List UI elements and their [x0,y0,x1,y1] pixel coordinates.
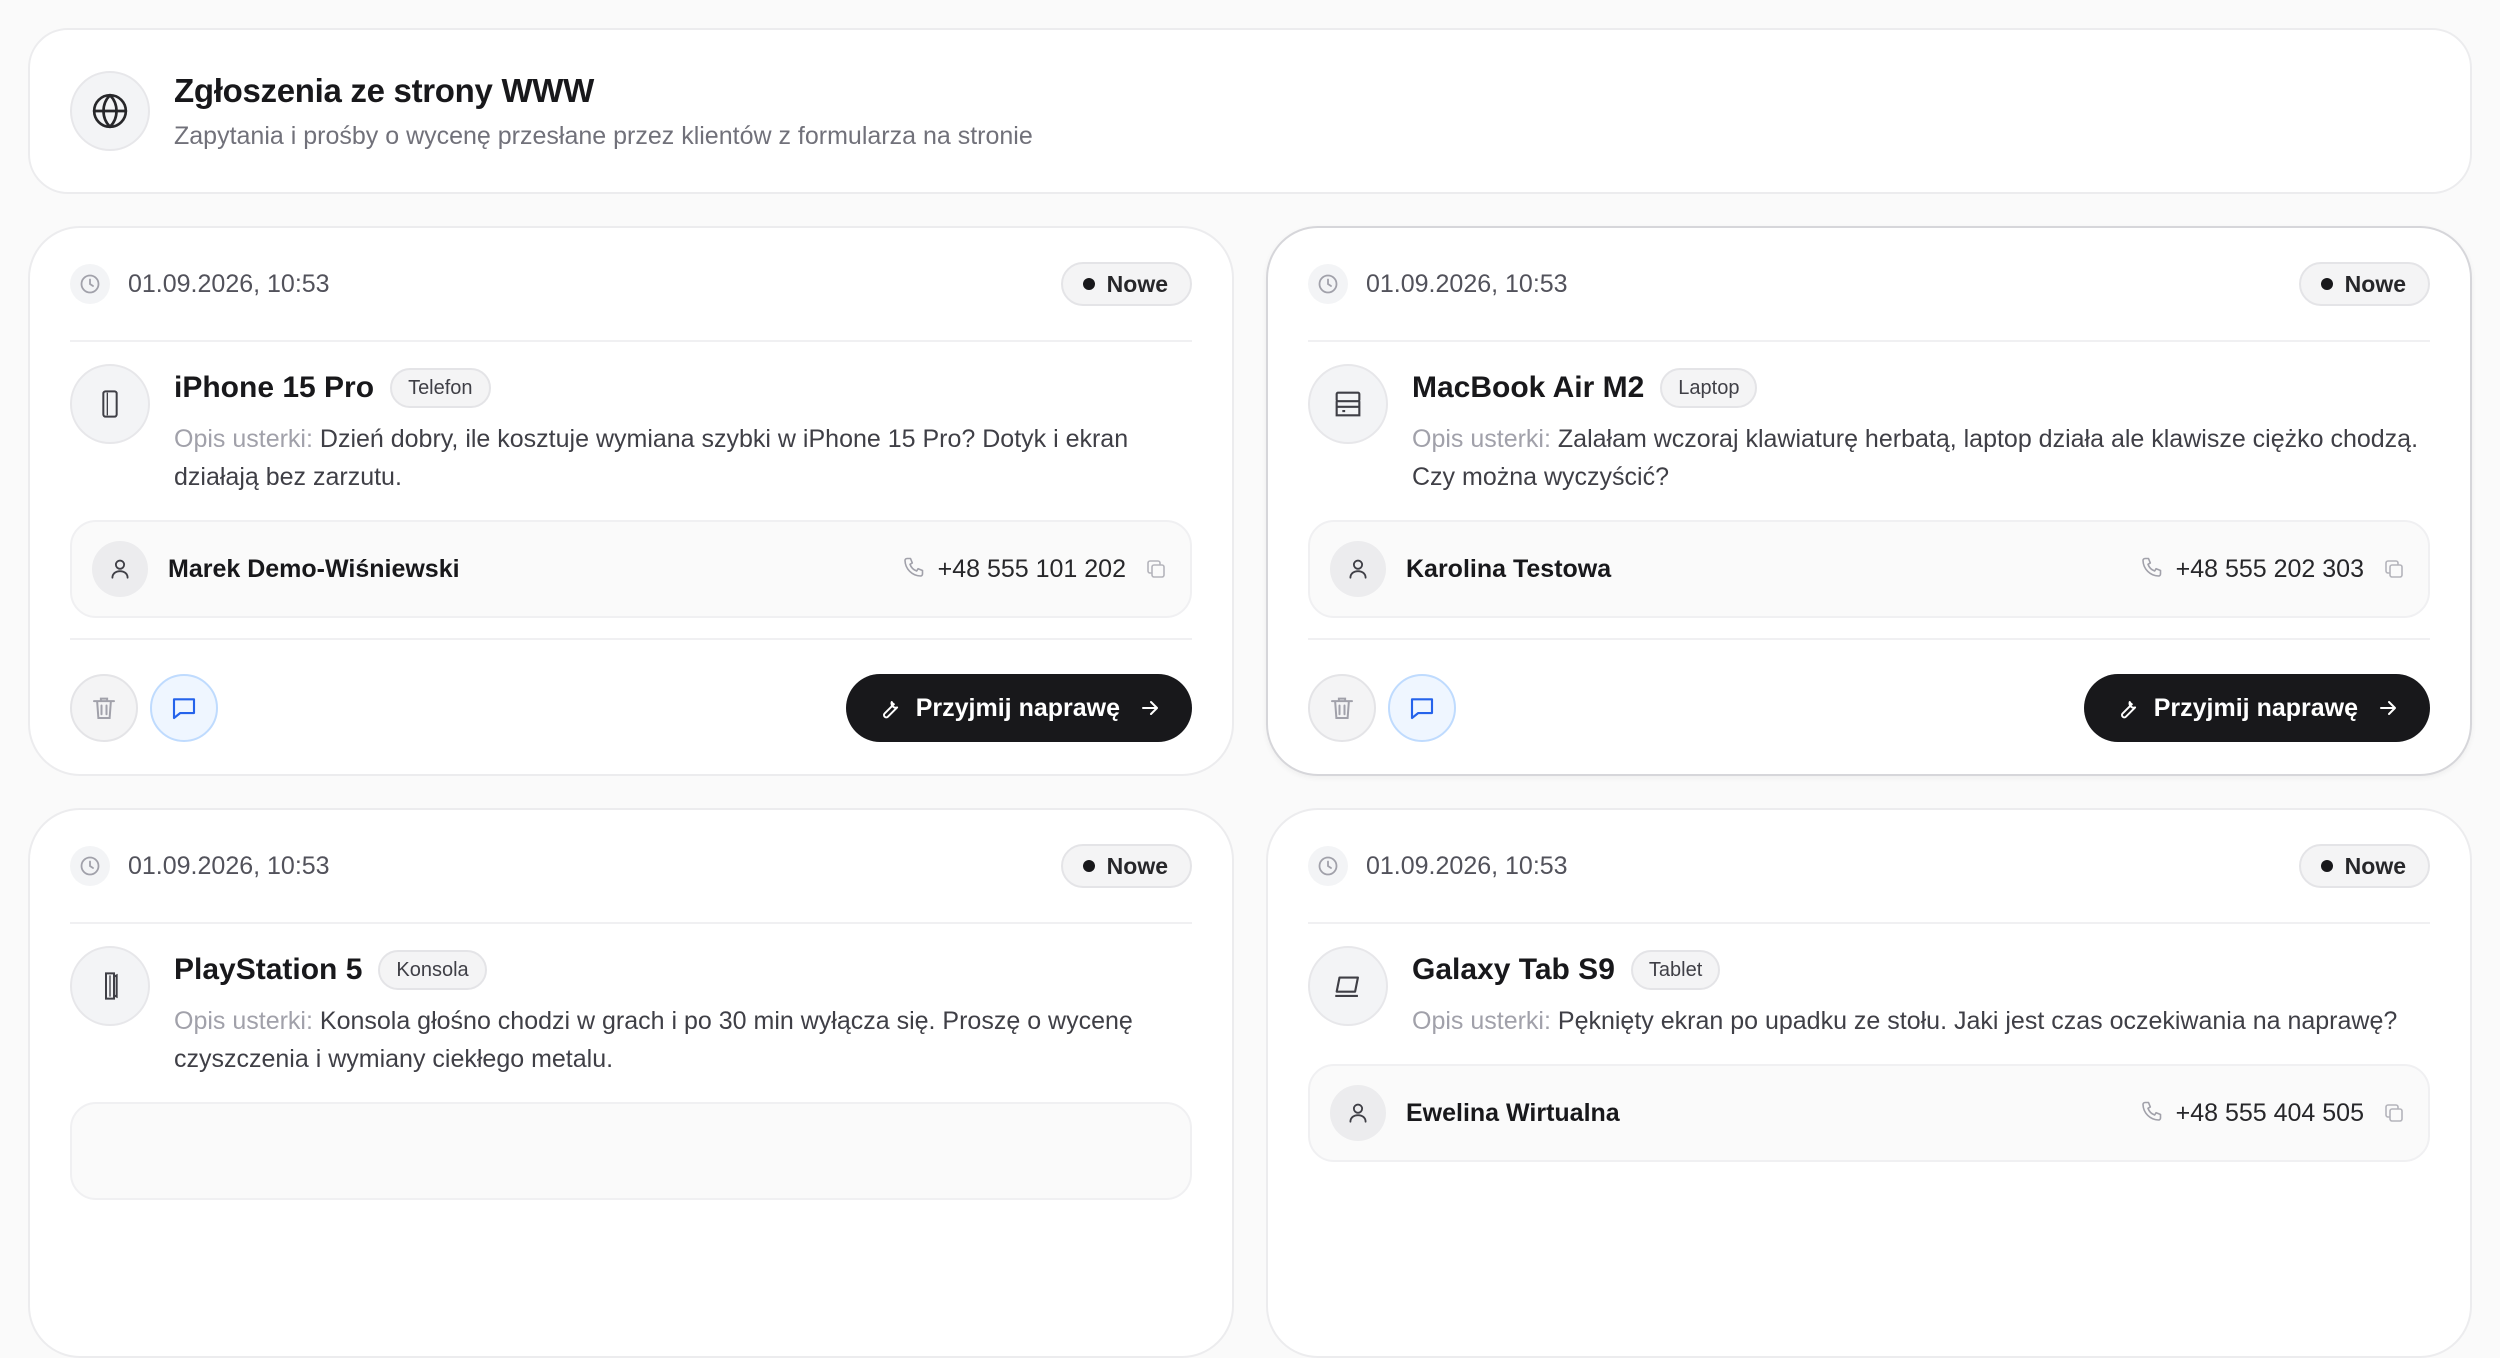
wrench-icon [2120,701,2136,719]
request-date: 01.09.2026, 10:53 [1366,851,1568,880]
smartphone-icon [70,364,150,444]
clock-icon [1308,846,1348,886]
card-header: 01.09.2026, 10:53 Nowe [70,228,1192,342]
requests-grid: 01.09.2026, 10:53 Nowe iPhone 15 Pro Tel… [28,226,2472,1358]
user-icon [1330,1085,1386,1141]
request-card: 01.09.2026, 10:53 Nowe iPhone 15 Pro Tel… [28,226,1234,776]
laptop-icon [1308,364,1388,444]
delete-button[interactable] [70,674,138,742]
accept-repair-button[interactable]: Przyjmij naprawę [845,674,1192,742]
status-label: Nowe [2344,852,2406,879]
status-dot [2320,860,2333,872]
device-name: iPhone 15 Pro [174,371,375,404]
client-name: Marek Demo-Wiśniewski [168,554,460,583]
card-actions: Przyjmij naprawę [1308,638,2430,776]
user-icon [1330,541,1386,597]
page-title: Zgłoszenia ze strony WWW [174,71,594,109]
request-date: 01.09.2026, 10:53 [128,851,330,880]
message-button[interactable] [150,674,218,742]
client-phone[interactable]: +48 555 404 505 [2176,1099,2364,1128]
issue-description: Opis usterki: Zalałam wczoraj klawiaturę… [1412,420,2430,496]
accept-repair-button[interactable]: Przyjmij naprawę [2083,674,2430,742]
category-tag: Laptop [1660,368,1758,408]
category-tag: Tablet [1630,950,1721,990]
phone-icon [902,555,926,584]
request-date: 01.09.2026, 10:53 [1366,269,1568,298]
category-tag: Konsola [378,950,487,990]
status-badge: Nowe [1060,262,1192,306]
client-name: Ewelina Wirtualna [1406,1098,1620,1127]
client-info: Karolina Testowa +48 555 202 303 [1308,520,2430,618]
status-dot [1082,278,1095,290]
status-label: Nowe [2344,270,2406,297]
page-header: Zgłoszenia ze strony WWW Zapytania i pro… [28,28,2472,194]
page-subtitle: Zapytania i prośby o wycenę przesłane pr… [174,121,1033,150]
arrow-right-icon [1142,701,1158,715]
clock-icon [70,264,110,304]
chat-icon [1410,698,1434,720]
card-header: 01.09.2026, 10:53 Nowe [1308,810,2430,924]
card-header: 01.09.2026, 10:53 Nowe [70,810,1192,924]
status-badge: Nowe [2298,844,2430,888]
phone-icon [2140,555,2164,584]
card-header: 01.09.2026, 10:53 Nowe [1308,228,2430,342]
trash-icon [93,697,115,719]
category-tag: Telefon [390,368,491,408]
status-dot [2320,278,2333,290]
device-name: Galaxy Tab S9 [1412,953,1615,986]
message-button[interactable] [1388,674,1456,742]
status-badge: Nowe [2298,262,2430,306]
client-info [70,1102,1192,1200]
device-name: PlayStation 5 [174,953,363,986]
status-badge: Nowe [1060,844,1192,888]
globe-icon [70,71,150,151]
status-dot [1082,860,1095,872]
delete-button[interactable] [1308,674,1376,742]
status-label: Nowe [1106,270,1168,297]
phone-icon [2140,1099,2164,1128]
description-label: Opis usterki: [174,425,313,453]
description-text: Pęknięty ekran po upadku ze stołu. Jaki … [1557,1007,2398,1035]
page: Zgłoszenia ze strony WWW Zapytania i pro… [28,28,2472,1358]
request-card: 01.09.2026, 10:53 Nowe Galaxy Tab S9 Tab… [1266,808,2472,1358]
tablet-icon [1308,946,1388,1026]
status-label: Nowe [1106,852,1168,879]
request-date: 01.09.2026, 10:53 [128,269,330,298]
chat-icon [172,698,196,720]
request-card: 01.09.2026, 10:53 Nowe PlayStation 5 Kon… [28,808,1234,1358]
client-info: Marek Demo-Wiśniewski +48 555 101 202 [70,520,1192,618]
description-text: Konsola głośno chodzi w grach i po 30 mi… [174,1007,1133,1073]
issue-description: Opis usterki: Pęknięty ekran po upadku z… [1412,1002,2430,1040]
client-phone[interactable]: +48 555 202 303 [2176,555,2364,584]
description-label: Opis usterki: [174,1007,313,1035]
issue-description: Opis usterki: Konsola głośno chodzi w gr… [174,1002,1192,1078]
description-text: Dzień dobry, ile kosztuje wymiana szybki… [174,425,1129,491]
description-label: Opis usterki: [1412,425,1551,453]
card-actions: Przyjmij naprawę [70,638,1192,776]
wrench-icon [882,701,898,719]
request-card: 01.09.2026, 10:53 Nowe MacBook Air M2 La… [1266,226,2472,776]
console-icon [70,946,150,1026]
client-phone[interactable]: +48 555 101 202 [938,555,1126,584]
copy-icon[interactable] [2382,557,2406,581]
arrow-right-icon [2380,701,2396,715]
issue-description: Opis usterki: Dzień dobry, ile kosztuje … [174,420,1192,496]
copy-icon[interactable] [2382,1101,2406,1125]
clock-icon [1308,264,1348,304]
accept-label: Przyjmij naprawę [915,693,1120,722]
device-name: MacBook Air M2 [1412,371,1645,404]
trash-icon [1331,697,1353,719]
description-text: Zalałam wczoraj klawiaturę herbatą, lapt… [1412,425,2419,491]
user-icon [92,541,148,597]
clock-icon [70,846,110,886]
client-info: Ewelina Wirtualna +48 555 404 505 [1308,1064,2430,1162]
accept-label: Przyjmij naprawę [2153,693,2358,722]
client-name: Karolina Testowa [1406,554,1612,583]
description-label: Opis usterki: [1412,1007,1551,1035]
copy-icon[interactable] [1144,557,1168,581]
